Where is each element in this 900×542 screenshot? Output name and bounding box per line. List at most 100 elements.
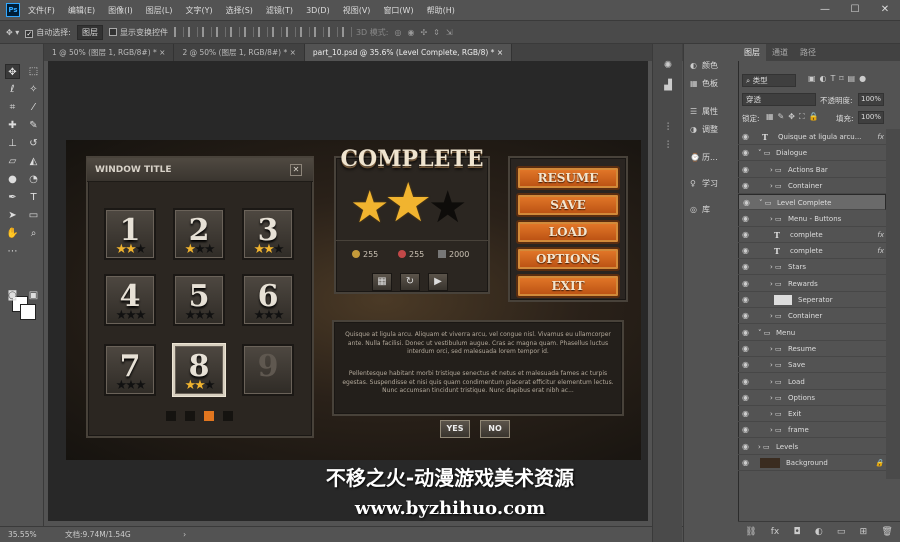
magic-wand-icon[interactable]: ✧	[26, 82, 41, 97]
align-vcenter-icon[interactable]	[187, 27, 198, 37]
level-tile[interactable]: 5 ★★★	[173, 274, 225, 326]
replay-button[interactable]: ↻	[400, 273, 420, 291]
opacity-input[interactable]: 100%	[858, 93, 884, 106]
visibility-eye-icon[interactable]: ◉	[742, 129, 749, 145]
visibility-eye-icon[interactable]: ◉	[742, 439, 749, 455]
new-layer-icon[interactable]: ⊞	[860, 527, 868, 537]
level-tile[interactable]: 2 ★★★	[173, 208, 225, 260]
visibility-eye-icon[interactable]: ◉	[742, 374, 749, 390]
tab-doc-2[interactable]: 2 @ 50% (图层 1, RGB/8#) * ×	[174, 44, 305, 61]
visibility-eye-icon[interactable]: ◉	[742, 162, 749, 178]
layer-filter-dropdown[interactable]: ⌕ 类型	[742, 74, 796, 87]
layer-row[interactable]: ◉ Seperator	[738, 292, 886, 308]
layer-row[interactable]: ◉ › ▭ Rewards	[738, 276, 886, 292]
layer-row[interactable]: ◉ ˅ ▭ Level Complete	[738, 194, 886, 211]
layer-row[interactable]: ◉ › ▭ Save	[738, 357, 886, 374]
histogram-icon[interactable]: ▟	[661, 80, 675, 94]
layer-row[interactable]: ◉ ˅ ▭ Menu	[738, 325, 886, 341]
libraries-panel-button[interactable]: ◎ 库	[690, 204, 710, 215]
level-tile-locked[interactable]: 9	[242, 344, 294, 396]
menu-help[interactable]: 帮助(H)	[427, 5, 455, 16]
tab-paths[interactable]: 路径	[794, 44, 822, 61]
color-panel-button[interactable]: ◐ 颜色	[690, 60, 718, 71]
adjustments-panel-button[interactable]: ◑ 调整	[690, 124, 718, 135]
tab-channels[interactable]: 通道	[766, 44, 794, 61]
layer-row[interactable]: ◉ › ▭ frame	[738, 422, 886, 439]
lock-icons[interactable]: ▦✎✥⛶🔒	[766, 112, 823, 122]
visibility-eye-icon[interactable]: ◉	[742, 406, 749, 422]
layer-row[interactable]: ◉ › ▭ Options	[738, 390, 886, 406]
document-canvas[interactable]: WINDOW TITLE ✕ 1 ★★★ 2 ★★★ 3 ★★★ 4 ★★★ 5 ★★★ …	[66, 140, 641, 460]
window-close-icon[interactable]: ✕	[290, 164, 302, 176]
layer-row[interactable]: ◉ › ▭ Container	[738, 178, 886, 194]
maximize-button[interactable]: ☐	[840, 0, 870, 20]
layer-row[interactable]: ◉ › ▭ Exit	[738, 406, 886, 423]
exit-button[interactable]: EXIT	[516, 274, 620, 298]
load-button[interactable]: LOAD	[516, 220, 620, 244]
3d-orbit-icon[interactable]: ◎	[394, 28, 401, 37]
layer-row[interactable]: ◉ Background 🔒	[738, 455, 886, 471]
sliders-icon[interactable]: ⫶	[661, 140, 675, 154]
distribute-bottom-icon[interactable]	[285, 27, 296, 37]
zoom-level[interactable]: 35.55%	[8, 530, 37, 539]
page-dot[interactable]	[166, 411, 176, 421]
align-hcenter-icon[interactable]	[229, 27, 240, 37]
distribute-left-icon[interactable]	[299, 27, 310, 37]
show-transform-toggle[interactable]: 显示变换控件	[108, 27, 168, 38]
visibility-eye-icon[interactable]: ◉	[742, 178, 749, 194]
layer-effects-icon[interactable]: fx	[877, 243, 884, 259]
blend-mode-dropdown[interactable]: 穿透	[742, 93, 816, 106]
page-dot[interactable]	[185, 411, 195, 421]
distribute-right-icon[interactable]	[327, 27, 338, 37]
auto-select-dropdown[interactable]: 图层	[76, 24, 103, 40]
fill-input[interactable]: 100%	[858, 111, 884, 124]
level-tile[interactable]: 3 ★★★	[242, 208, 294, 260]
new-group-icon[interactable]: ▭	[837, 527, 846, 537]
paint-bucket-icon[interactable]: ◭	[26, 154, 41, 169]
visibility-eye-icon[interactable]: ◉	[742, 211, 749, 227]
adjust-sliders-icon[interactable]: ⫶	[661, 122, 675, 136]
background-color-swatch[interactable]	[20, 304, 36, 320]
distribute-top-icon[interactable]	[257, 27, 268, 37]
layer-row[interactable]: ◉ T Quisque at ligula arcu... fx	[738, 129, 886, 145]
3d-scale-icon[interactable]: ⇲	[446, 28, 453, 37]
swatches-panel-button[interactable]: ▦ 色板	[690, 78, 718, 89]
level-tile[interactable]: 4 ★★★	[104, 274, 156, 326]
page-dot-active[interactable]	[204, 411, 214, 421]
visibility-eye-icon[interactable]: ◉	[743, 195, 750, 211]
layer-row[interactable]: ◉ › ▭ Load	[738, 374, 886, 390]
dodge-tool-icon[interactable]: ◔	[26, 172, 41, 187]
tab-doc-part10[interactable]: part_10.psd @ 35.6% (Level Complete, RGB…	[304, 44, 513, 61]
page-dot[interactable]	[223, 411, 233, 421]
tab-close-icon[interactable]: ×	[159, 48, 165, 57]
visibility-eye-icon[interactable]: ◉	[742, 276, 749, 292]
layer-effects-icon[interactable]: fx	[877, 227, 884, 243]
crop-tool-icon[interactable]: ⌗	[5, 100, 20, 115]
visibility-eye-icon[interactable]: ◉	[742, 259, 749, 275]
visibility-eye-icon[interactable]: ◉	[742, 390, 749, 406]
add-style-icon[interactable]: fx	[771, 527, 780, 537]
align-bottom-icon[interactable]	[201, 27, 212, 37]
layer-row[interactable]: ◉ Tcomplete fx	[738, 243, 886, 260]
next-button[interactable]: ▶	[428, 273, 448, 291]
blur-tool-icon[interactable]: ●	[5, 172, 20, 187]
show-transform-checkbox[interactable]	[108, 27, 117, 36]
layers-scrollbar[interactable]	[886, 129, 900, 479]
3d-roll-icon[interactable]: ◉	[407, 28, 414, 37]
layer-row[interactable]: ◉ ˅ ▭ Dialogue	[738, 145, 886, 162]
menu-layer[interactable]: 图层(L)	[146, 5, 173, 16]
auto-select-toggle[interactable]: ✓ 自动选择:	[25, 27, 71, 38]
align-left-icon[interactable]	[215, 27, 226, 37]
auto-select-checkbox[interactable]: ✓	[25, 29, 34, 38]
eyedropper-icon[interactable]: ⁄	[26, 100, 41, 115]
layer-row[interactable]: ◉ › ▭ Resume	[738, 341, 886, 357]
menu-select[interactable]: 选择(S)	[226, 5, 253, 16]
history-panel-button[interactable]: ⌚ 历...	[690, 152, 718, 163]
quick-mask-icon[interactable]: ◙	[5, 288, 20, 303]
settings-icon[interactable]: ✺	[661, 60, 675, 74]
more-tools-icon[interactable]: ⋯	[5, 244, 20, 259]
menu-view[interactable]: 视图(V)	[343, 5, 371, 16]
align-top-icon[interactable]	[173, 27, 184, 37]
tab-doc-1[interactable]: 1 @ 50% (图层 1, RGB/8#) * ×	[44, 44, 175, 61]
tab-layers[interactable]: 图层	[738, 44, 766, 61]
